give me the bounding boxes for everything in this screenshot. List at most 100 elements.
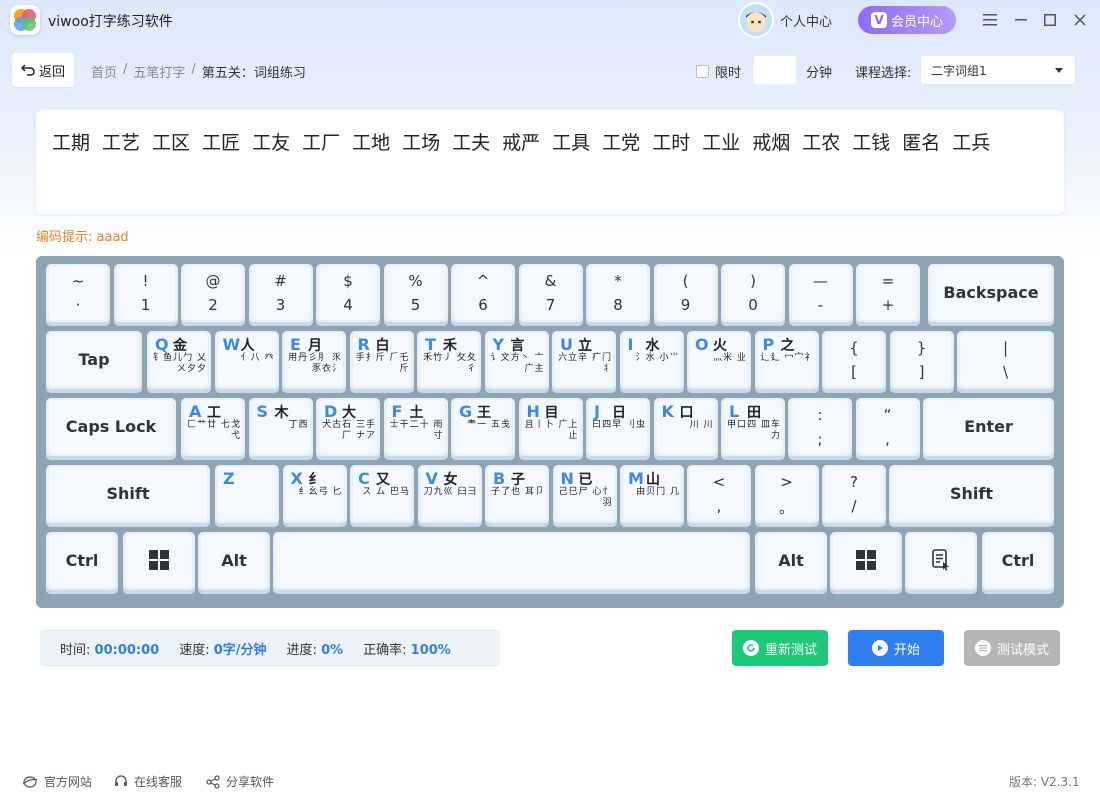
key-symbol: , bbox=[885, 430, 890, 448]
key-letter-row2[interactable]: T 禾禾竹丿 攵夂彳 bbox=[417, 331, 481, 393]
key-number-7[interactable]: & 7 bbox=[518, 264, 583, 326]
menu-icon[interactable] bbox=[980, 10, 1000, 30]
key-letter-row3[interactable]: J 日曰四早 刂虫 bbox=[586, 398, 650, 460]
retest-button[interactable]: 重新测试 bbox=[732, 630, 828, 666]
tab-key[interactable]: Tap bbox=[46, 331, 142, 393]
backspace-key[interactable]: Backspace bbox=[928, 264, 1054, 326]
alt-right-key[interactable]: Alt bbox=[755, 532, 827, 594]
key-backslash[interactable]: | \ bbox=[957, 331, 1054, 393]
shift-right-key[interactable]: Shift bbox=[889, 465, 1054, 527]
breadcrumb-home[interactable]: 首页 bbox=[91, 62, 117, 81]
practice-word: 工夫 bbox=[452, 132, 491, 154]
key-number-11[interactable]: — - bbox=[788, 264, 853, 326]
personal-center-link[interactable]: 个人中心 bbox=[780, 11, 832, 30]
minimize-icon[interactable] bbox=[1011, 10, 1031, 30]
key-letter-row4[interactable]: Z bbox=[215, 465, 279, 527]
close-icon[interactable] bbox=[1070, 10, 1090, 30]
time-limit-checkbox[interactable] bbox=[696, 65, 709, 78]
share-software-link[interactable]: 分享软件 bbox=[206, 773, 274, 790]
key-bracket[interactable]: {[ bbox=[822, 331, 886, 393]
key-letter-row2[interactable]: Q 金钅鱼儿勹 乂ㄨ夕夕 bbox=[147, 331, 211, 393]
course-select[interactable]: 二字词组1 bbox=[920, 55, 1076, 85]
key-shift-symbol: ! bbox=[142, 272, 149, 290]
key-number-6[interactable]: ^ 6 bbox=[451, 264, 515, 326]
alt-left-key[interactable]: Alt bbox=[198, 532, 270, 594]
key-shift-symbol: | bbox=[1002, 339, 1009, 357]
windows-key[interactable] bbox=[123, 532, 195, 594]
key-letter-row2[interactable]: E 月用丹彡⺼ 乑豕衣氵 bbox=[282, 331, 346, 393]
key-punctuation[interactable]: >。 bbox=[754, 465, 819, 527]
key-punctuation[interactable]: :; bbox=[788, 398, 852, 460]
start-button[interactable]: 开始 bbox=[848, 630, 944, 666]
key-letter-row3[interactable]: G 王龶一 五戋 bbox=[451, 398, 515, 460]
breadcrumb-separator: / bbox=[123, 62, 128, 77]
retest-label: 重新测试 bbox=[764, 642, 817, 658]
enter-key[interactable]: Enter bbox=[923, 398, 1054, 460]
online-service-link[interactable]: 在线客服 bbox=[114, 773, 182, 790]
time-limit[interactable]: 限时 bbox=[696, 62, 741, 81]
context-menu-key[interactable] bbox=[905, 532, 977, 594]
windows-key[interactable] bbox=[830, 532, 902, 594]
key-number-9[interactable]: (9 bbox=[653, 264, 718, 326]
key-letter-row2[interactable]: U 立六立辛 疒门丬 bbox=[552, 331, 616, 393]
vip-center-button[interactable]: V 会员中心 bbox=[858, 6, 956, 34]
ctrl-left-key[interactable]: Ctrl bbox=[46, 532, 118, 594]
key-letter-row2[interactable]: I 水氵水 小⺌ bbox=[619, 331, 684, 393]
key-shift-symbol: $ bbox=[343, 272, 353, 290]
space-key[interactable] bbox=[273, 532, 750, 594]
key-punctuation[interactable]: <, bbox=[687, 465, 751, 527]
key-letter-row3[interactable]: L 田甲口四 皿车力 bbox=[721, 398, 785, 460]
key-number-5[interactable]: % 5 bbox=[383, 264, 448, 326]
key-number-8[interactable]: * 8 bbox=[586, 264, 650, 326]
minutes-input[interactable] bbox=[753, 55, 797, 85]
key-letter-row2[interactable]: O 火灬米 业 bbox=[687, 331, 751, 393]
key-number-12[interactable]: = + bbox=[856, 264, 920, 326]
key-letter-row4[interactable]: N 已己巳尸 心忄羽 bbox=[552, 465, 617, 527]
key-letter-row2[interactable]: P 之辶廴 冖宀礻 bbox=[754, 331, 819, 393]
avatar[interactable] bbox=[738, 2, 774, 38]
key-letter-row3[interactable]: A 工匚艹廿 七戈弋 bbox=[181, 398, 245, 460]
key-letter-row4[interactable]: B 子子了也 耳卩 bbox=[485, 465, 549, 527]
key-number-4[interactable]: $4 bbox=[316, 264, 380, 326]
key-root: 山 bbox=[646, 472, 660, 488]
key-root: 水 bbox=[645, 338, 660, 354]
key-root: 白 bbox=[375, 338, 390, 354]
shift-left-key[interactable]: Shift bbox=[46, 465, 210, 527]
key-number-10[interactable]: ) 0 bbox=[721, 264, 785, 326]
key-number-3[interactable]: #3 bbox=[248, 264, 313, 326]
key-label: Tap bbox=[78, 349, 110, 369]
test-mode-button[interactable]: 测试模式 bbox=[964, 630, 1060, 666]
key-radicals: 丁西 bbox=[288, 420, 309, 430]
key-letter-row4[interactable]: M 山由贝冂 几 bbox=[620, 465, 684, 527]
key-number-2[interactable]: @2 bbox=[181, 264, 245, 326]
maximize-icon[interactable] bbox=[1040, 10, 1060, 30]
back-button[interactable]: 返回 bbox=[12, 53, 74, 87]
key-letter-row4[interactable]: C又ス ム 巴马 bbox=[350, 465, 414, 527]
key-letter-row2[interactable]: Y 言讠文方丶 亠广主 bbox=[484, 331, 549, 393]
breadcrumb-separator: / bbox=[191, 62, 196, 77]
practice-text-panel[interactable]: 工期 工艺 工区 工匠 工友 工厂 工地 工场 工夫 戒严 工具 工党 工时 工业 戒烟 工农 工钱 匿名 工兵 bbox=[36, 110, 1064, 214]
breadcrumb: 首页 / 五笔打字 / 第五关：词组练习 bbox=[91, 62, 306, 81]
key-letter-row3[interactable]: K口川 川 bbox=[653, 398, 718, 460]
key-letter-row3[interactable]: F 土士干二十 雨寸 bbox=[383, 398, 448, 460]
official-website-link[interactable]: 官方网站 bbox=[22, 773, 92, 790]
key-letter-row2[interactable]: R 白手扌斤 ⺁乇斤 bbox=[349, 331, 414, 393]
key-number-1[interactable]: ! 1 bbox=[113, 264, 178, 326]
key-letter-row4[interactable]: X 纟纟幺弓 匕 bbox=[282, 465, 347, 527]
key-letter-row3[interactable]: H 目且丨卜 广上止 bbox=[518, 398, 583, 460]
key-letter-row4[interactable]: V 女刀九巛 臼彐 bbox=[417, 465, 482, 527]
practice-word: 工匠 bbox=[202, 132, 241, 154]
time-stat: 时间: 00:00:00 bbox=[60, 639, 159, 658]
key-punctuation[interactable]: “, bbox=[855, 398, 920, 460]
key-letter-row2[interactable]: W 人亻八 癶 bbox=[214, 331, 279, 393]
key-letter: M bbox=[628, 469, 644, 488]
key-letter-row3[interactable]: D 大犬古石 三手厂 ナア bbox=[316, 398, 380, 460]
ctrl-right-key[interactable]: Ctrl bbox=[982, 532, 1054, 594]
key-letter-row3[interactable]: S 木丁西 bbox=[248, 398, 313, 460]
practice-word: 工业 bbox=[702, 132, 741, 154]
key-number-0[interactable]: ~ · bbox=[46, 264, 110, 326]
key-punctuation[interactable]: ? / bbox=[822, 465, 886, 527]
breadcrumb-wubi[interactable]: 五笔打字 bbox=[133, 62, 185, 81]
key-bracket[interactable]: }] bbox=[889, 331, 954, 393]
caps-lock-key[interactable]: Caps Lock bbox=[46, 398, 176, 460]
